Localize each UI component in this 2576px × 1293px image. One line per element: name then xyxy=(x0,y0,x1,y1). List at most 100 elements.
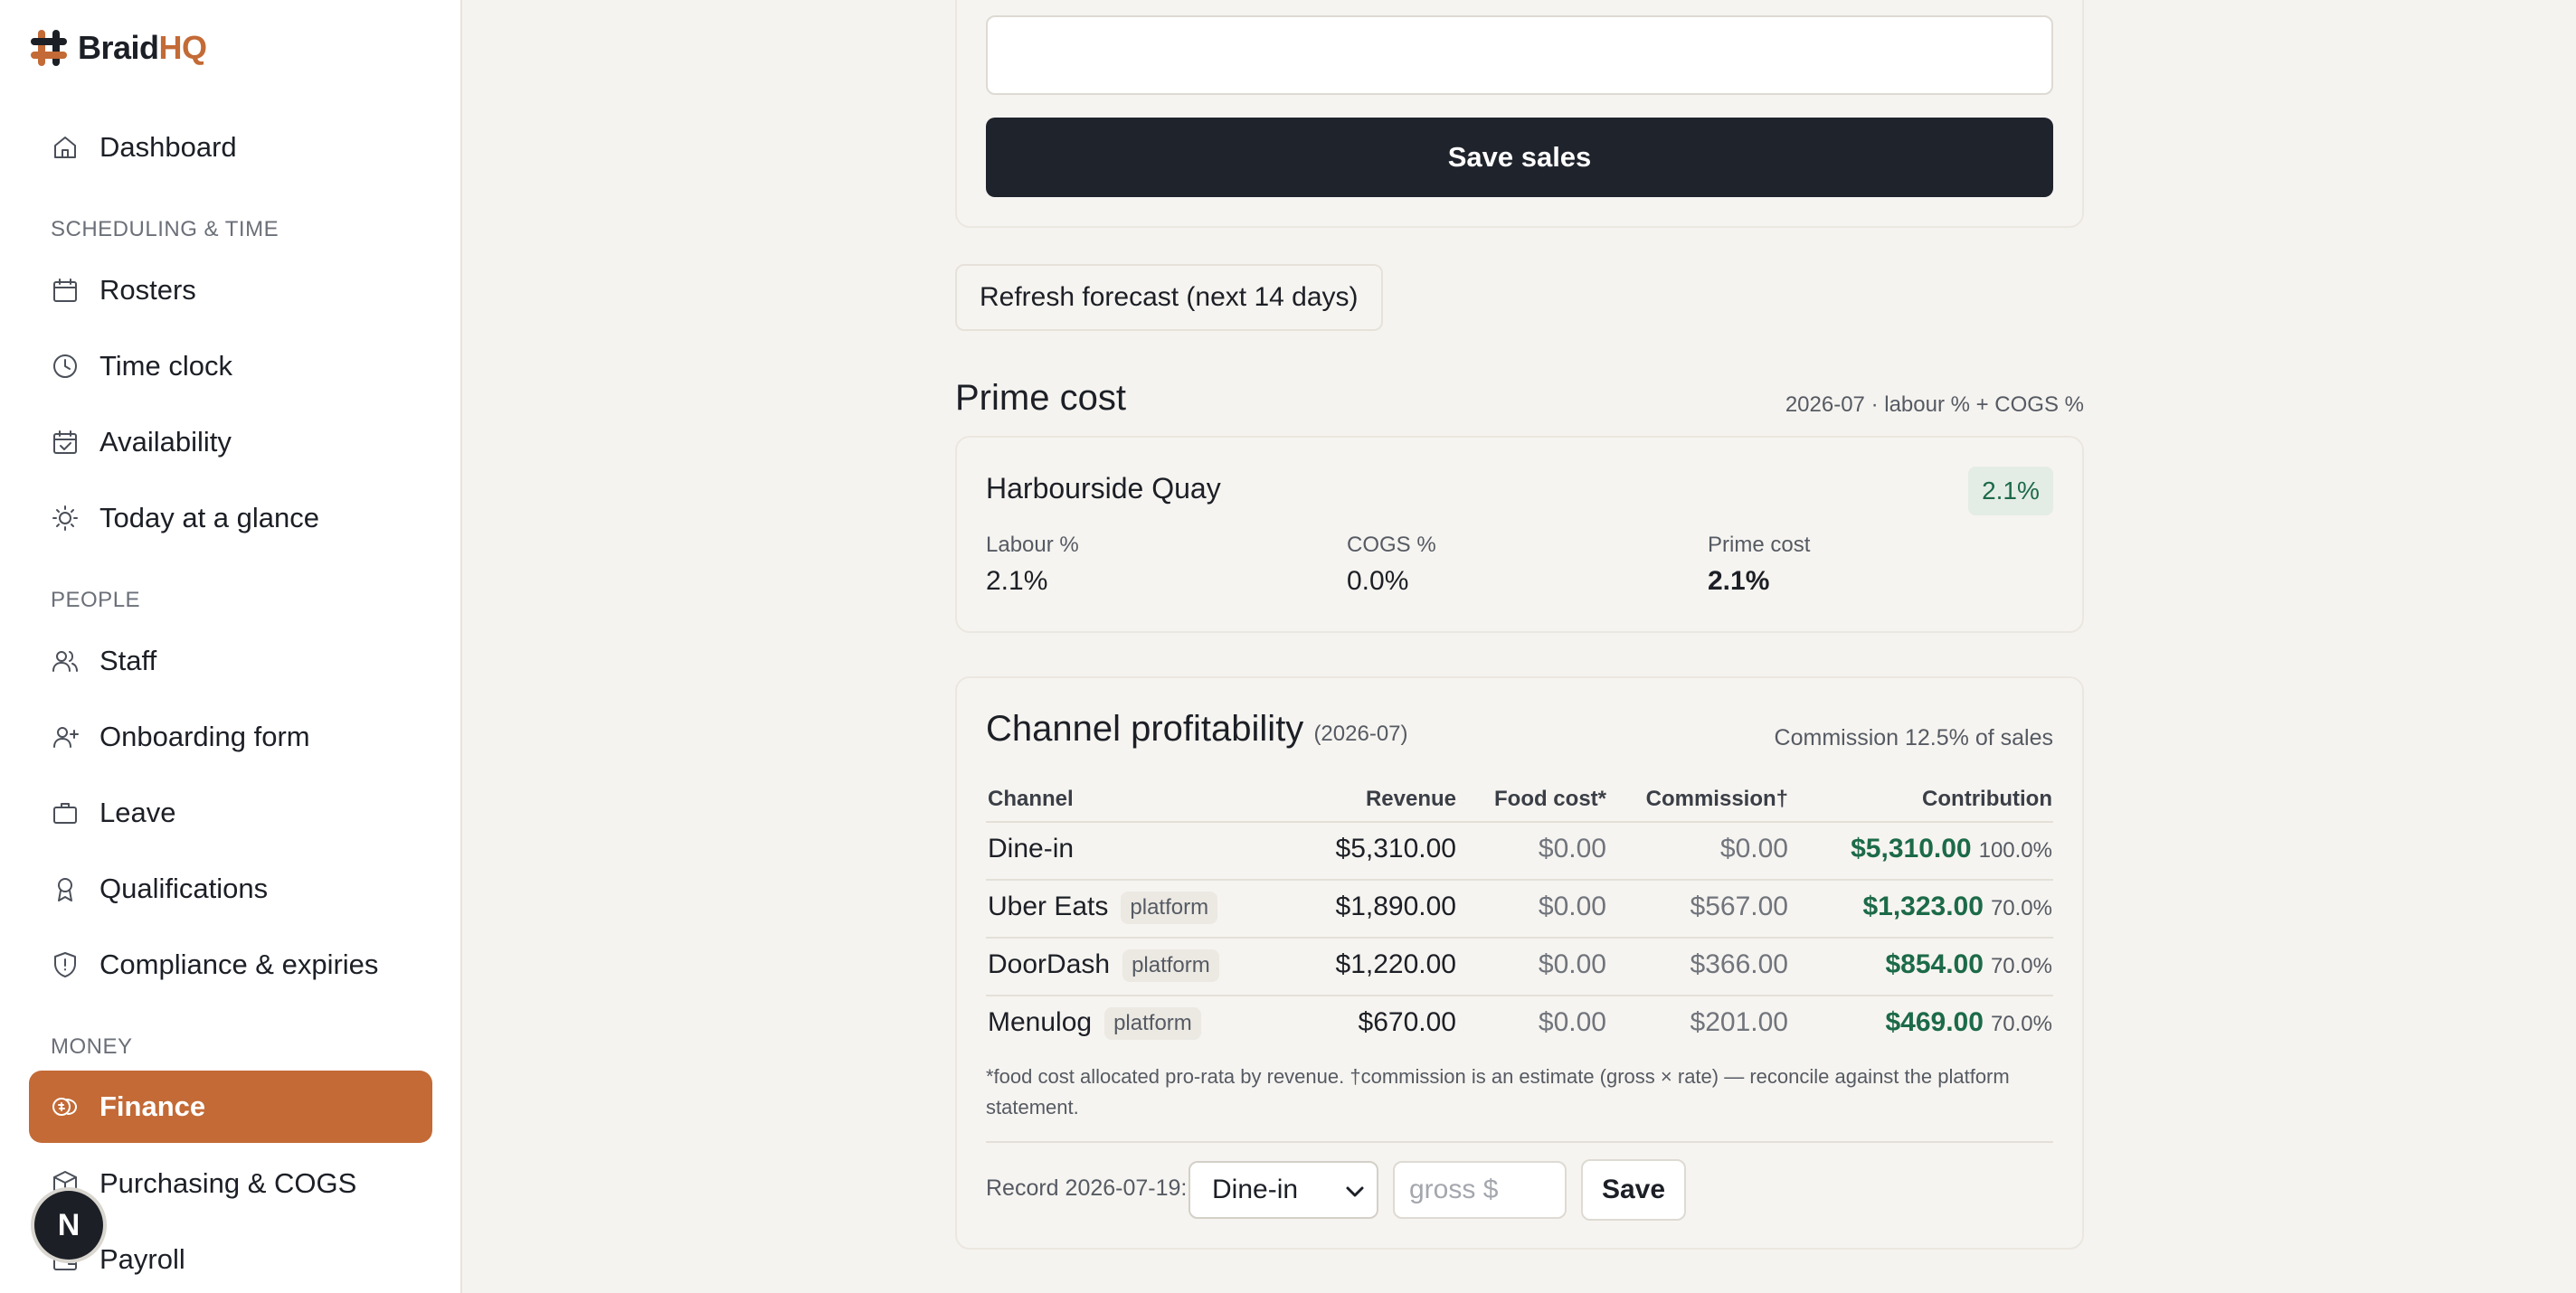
col-header-contribution: Contribution xyxy=(1922,787,2052,811)
commission-note: Commission 12.5% of sales xyxy=(1774,725,2053,750)
prime-cost-card xyxy=(955,436,2084,633)
prime-value: 2.1% xyxy=(1708,566,1770,596)
section-label-people: PEOPLE xyxy=(51,588,141,612)
sidebar: BraidHQ Dashboard SCHEDULING & TIME Rost… xyxy=(0,0,462,1293)
sales-notes-input[interactable] xyxy=(986,15,2053,95)
channel-select[interactable]: Dine-in xyxy=(1189,1161,1378,1219)
labour-value: 2.1% xyxy=(986,566,1048,596)
avatar[interactable]: N xyxy=(34,1191,103,1260)
platform-tag: platform xyxy=(1104,1007,1201,1041)
revenue-cell: $5,310.00 xyxy=(1335,834,1456,864)
braid-logo-icon xyxy=(29,28,69,68)
channel-name: Menulog platform xyxy=(988,1007,1201,1041)
sidebar-item-label: Compliance & expiries xyxy=(99,949,379,980)
form-divider xyxy=(986,1141,2053,1143)
section-label-scheduling: SCHEDULING & TIME xyxy=(51,217,279,241)
prime-cost-meta: 2026-07 · labour % + COGS % xyxy=(1785,392,2084,417)
commission-cell: $0.00 xyxy=(1719,834,1788,864)
cogs-value: 0.0% xyxy=(1347,566,1409,596)
footnote: *food cost allocated pro-rata by revenue… xyxy=(986,1065,2010,1118)
sidebar-item-label: Leave xyxy=(99,797,176,828)
sidebar-item-label: Finance xyxy=(99,1090,206,1122)
shield-alert-icon xyxy=(51,950,80,979)
channel-title: Channel profitability (2026-07) xyxy=(986,709,1408,749)
sidebar-item-finance[interactable]: Finance xyxy=(29,1071,432,1143)
contribution-cell: $1,323.00 70.0% xyxy=(1862,892,2052,921)
prime-label: Prime cost xyxy=(1708,533,1811,557)
row-divider xyxy=(986,879,2053,881)
sidebar-item-today[interactable]: Today at a glance xyxy=(29,482,432,554)
commission-cell: $567.00 xyxy=(1690,892,1788,921)
save-channel-button[interactable]: Save xyxy=(1581,1159,1686,1221)
contribution-cell: $5,310.00 100.0% xyxy=(1851,834,2052,864)
sidebar-item-label: Today at a glance xyxy=(99,502,320,533)
home-icon xyxy=(51,133,80,162)
revenue-cell: $1,890.00 xyxy=(1335,892,1456,921)
sidebar-item-label: Payroll xyxy=(99,1243,185,1275)
app-logo[interactable]: BraidHQ xyxy=(29,27,207,69)
sidebar-item-label: Dashboard xyxy=(99,131,237,163)
sidebar-item-availability[interactable]: Availability xyxy=(29,406,432,478)
row-divider xyxy=(986,937,2053,939)
sidebar-item-time-clock[interactable]: Time clock xyxy=(29,330,432,402)
prime-cost-title: Prime cost xyxy=(955,378,1126,418)
sidebar-item-label: Availability xyxy=(99,426,232,458)
save-sales-button[interactable]: Save sales xyxy=(986,118,2053,197)
channel-select-value: Dine-in xyxy=(1212,1175,1299,1204)
food-cost-cell: $0.00 xyxy=(1538,949,1606,979)
calendar-check-icon xyxy=(51,428,80,457)
platform-tag: platform xyxy=(1121,892,1218,925)
sidebar-item-rosters[interactable]: Rosters xyxy=(29,254,432,326)
platform-tag: platform xyxy=(1122,949,1219,983)
briefcase-icon xyxy=(51,798,80,827)
col-header-revenue: Revenue xyxy=(1365,787,1456,811)
col-header-commission: Commission† xyxy=(1645,787,1788,811)
prime-cost-badge: 2.1% xyxy=(1968,467,2053,515)
cogs-label: COGS % xyxy=(1347,533,1436,557)
revenue-cell: $670.00 xyxy=(1358,1007,1456,1037)
calendar-icon xyxy=(51,276,80,305)
users-icon xyxy=(51,646,80,675)
user-plus-icon xyxy=(51,722,80,751)
award-icon xyxy=(51,874,80,903)
channel-name: Dine-in xyxy=(988,834,1075,864)
sidebar-item-leave[interactable]: Leave xyxy=(29,777,432,849)
revenue-cell: $1,220.00 xyxy=(1335,949,1456,979)
sidebar-item-compliance[interactable]: Compliance & expiries xyxy=(29,929,432,1001)
sidebar-item-label: Qualifications xyxy=(99,873,269,904)
clock-icon xyxy=(51,352,80,381)
sidebar-item-label: Staff xyxy=(99,645,157,676)
channel-name: DoorDash platform xyxy=(988,949,1219,983)
sidebar-item-qualifications[interactable]: Qualifications xyxy=(29,853,432,925)
section-label-money: MONEY xyxy=(51,1034,133,1059)
row-divider xyxy=(986,995,2053,996)
refresh-forecast-button[interactable]: Refresh forecast (next 14 days) xyxy=(955,264,1383,331)
col-header-channel: Channel xyxy=(988,787,1074,811)
sidebar-item-dashboard[interactable]: Dashboard xyxy=(29,111,432,184)
food-cost-cell: $0.00 xyxy=(1538,1007,1606,1037)
brand-name: BraidHQ xyxy=(78,29,207,66)
food-cost-cell: $0.00 xyxy=(1538,834,1606,864)
sidebar-item-label: Rosters xyxy=(99,274,196,306)
row-divider xyxy=(986,821,2053,823)
coins-icon xyxy=(51,1092,80,1121)
record-label: Record 2026-07-19: xyxy=(986,1175,1188,1201)
sidebar-item-label: Purchasing & COGS xyxy=(99,1167,357,1199)
channel-name: Uber Eats platform xyxy=(988,892,1218,925)
labour-label: Labour % xyxy=(986,533,1079,557)
sidebar-item-label: Time clock xyxy=(99,350,232,382)
sun-icon xyxy=(51,504,80,533)
chevron-down-icon xyxy=(1342,1179,1368,1204)
food-cost-cell: $0.00 xyxy=(1538,892,1606,921)
sidebar-item-onboarding[interactable]: Onboarding form xyxy=(29,701,432,773)
location-name: Harbourside Quay xyxy=(986,472,1221,505)
sidebar-item-label: Onboarding form xyxy=(99,721,310,752)
sidebar-item-staff[interactable]: Staff xyxy=(29,625,432,697)
contribution-cell: $469.00 70.0% xyxy=(1885,1007,2052,1037)
gross-amount-input[interactable] xyxy=(1393,1161,1567,1219)
channel-period: (2026-07) xyxy=(1313,722,1408,746)
contribution-cell: $854.00 70.0% xyxy=(1885,949,2052,979)
col-header-food-cost: Food cost* xyxy=(1494,787,1606,811)
commission-cell: $201.00 xyxy=(1690,1007,1788,1037)
commission-cell: $366.00 xyxy=(1690,949,1788,979)
